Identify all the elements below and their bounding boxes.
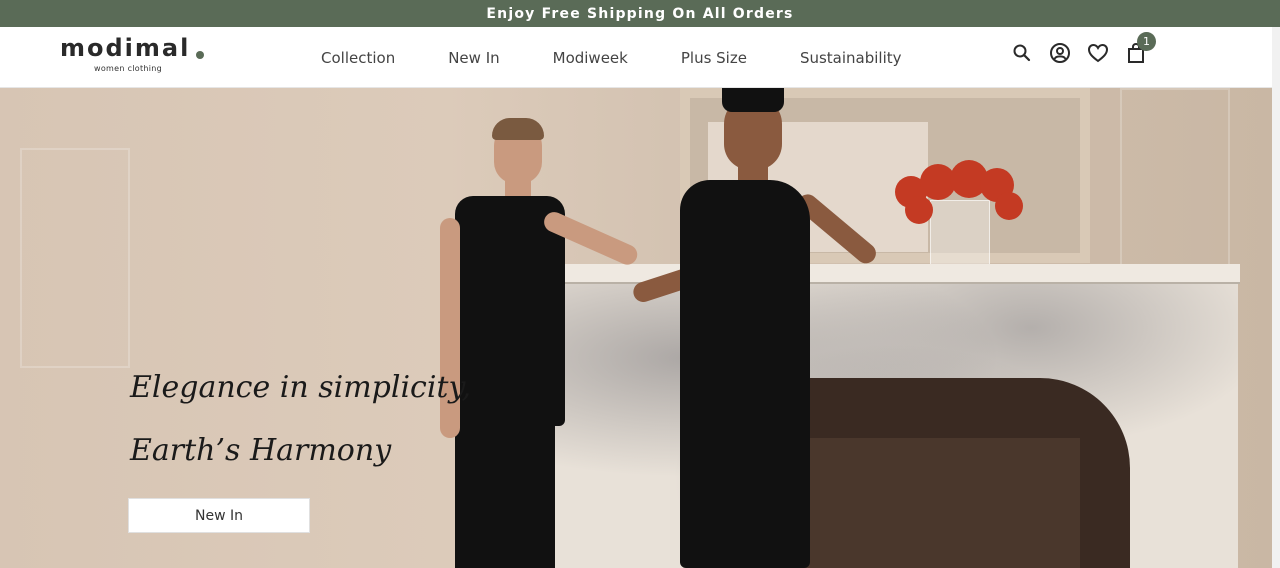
header-actions: 1 — [1010, 32, 1156, 65]
model-right-hair — [722, 88, 784, 112]
promo-bar: Enjoy Free Shipping On All Orders — [0, 0, 1280, 27]
wall-panel — [1120, 88, 1230, 288]
site-header: modimal women clothing Collection New In… — [0, 27, 1280, 88]
cart-count-badge: 1 — [1137, 32, 1156, 51]
promo-text: Enjoy Free Shipping On All Orders — [486, 5, 794, 22]
hero-new-in-button[interactable]: New In — [128, 498, 310, 533]
vase — [930, 200, 990, 270]
hero-banner: Elegance in simplicity, Earth’s Harmony … — [0, 88, 1272, 568]
page-scrollbar[interactable] — [1272, 27, 1280, 568]
nav-item-collection[interactable]: Collection — [321, 49, 395, 67]
nav-item-plus-size[interactable]: Plus Size — [681, 49, 747, 67]
user-circle-icon[interactable] — [1048, 41, 1072, 65]
model-left-hair — [492, 118, 544, 140]
hero-headline-line2: Earth’s Harmony — [130, 433, 392, 468]
heart-icon[interactable] — [1086, 41, 1110, 65]
flower — [905, 196, 933, 224]
model-left-arm — [440, 218, 460, 438]
flower — [995, 192, 1023, 220]
nav-item-sustainability[interactable]: Sustainability — [800, 49, 902, 67]
shopping-bag-icon[interactable]: 1 — [1124, 32, 1156, 65]
brand-name: modimal — [60, 34, 191, 62]
model-left-trousers — [455, 418, 555, 568]
nav-item-new-in[interactable]: New In — [448, 49, 499, 67]
search-icon[interactable] — [1010, 41, 1034, 65]
brand-logo[interactable]: modimal women clothing — [60, 34, 210, 78]
wall-panel — [20, 148, 130, 368]
brand-dot-icon — [196, 51, 204, 59]
main-nav: Collection New In Modiweek Plus Size Sus… — [321, 27, 955, 88]
brand-tagline: women clothing — [94, 64, 163, 73]
model-right-dress — [680, 180, 810, 568]
nav-item-modiweek[interactable]: Modiweek — [553, 49, 628, 67]
hero-headline-line1: Elegance in simplicity, — [130, 370, 471, 405]
